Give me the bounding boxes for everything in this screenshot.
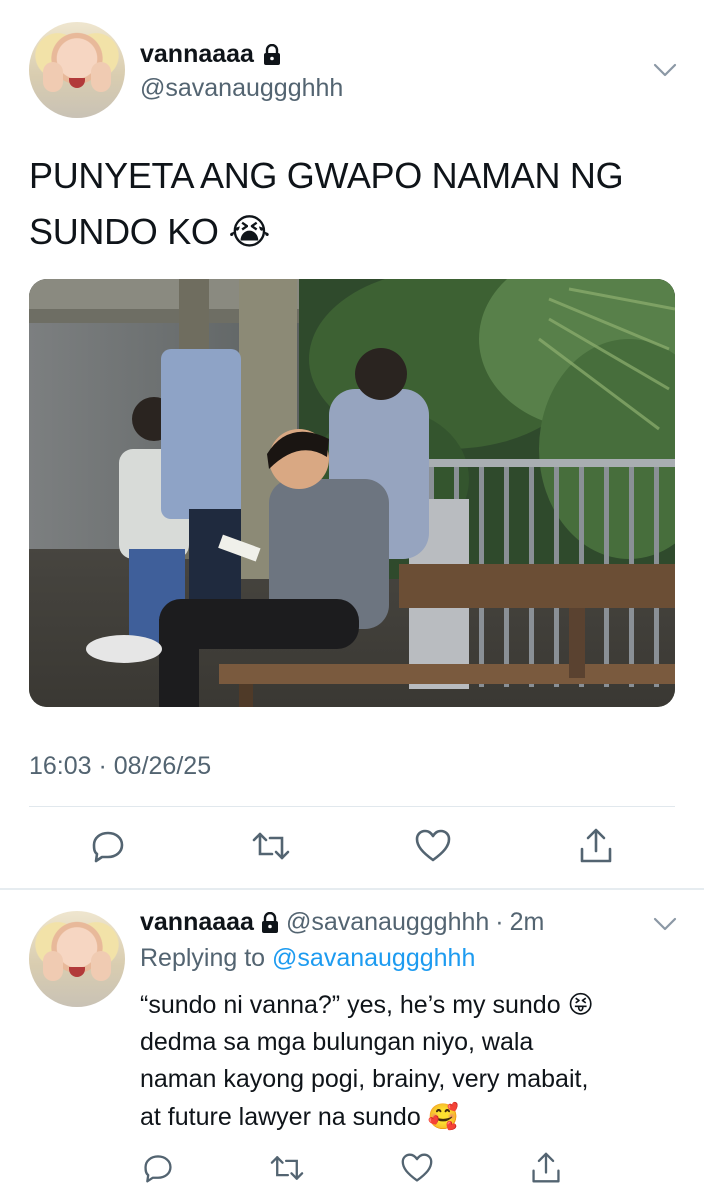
section-divider: [0, 888, 704, 890]
reply-line-3: naman kayong pogi, brainy, very mabait,: [140, 1065, 589, 1093]
crying-emoji: 😭: [228, 212, 271, 253]
tweet-text: PUNYETA ANG GWAPO NAMAN NG SUNDO KO 😭: [29, 148, 669, 261]
reply-text: “sundo ni vanna?” yes, he’s my sundo 😝 d…: [140, 986, 680, 1136]
reply-header: vannaaaa @savanauggghhh · 2m: [140, 908, 544, 937]
replying-to-label: Replying to: [140, 944, 266, 972]
tweet-actions: [88, 826, 616, 866]
tongue-emoji: 😝: [567, 990, 594, 1019]
chevron-down-icon[interactable]: [651, 56, 679, 84]
reply-actions: [138, 1148, 566, 1188]
smiling-hearts-emoji: 🥰: [427, 1102, 459, 1131]
share-button[interactable]: [576, 826, 616, 866]
dot-separator: ·: [495, 908, 504, 936]
divider: [29, 806, 675, 807]
retweet-icon: [252, 832, 289, 860]
author-display-name[interactable]: vannaaaa: [140, 40, 254, 69]
reply-icon: [92, 831, 124, 863]
tweet-photo[interactable]: [29, 279, 675, 707]
replying-to-handle-link[interactable]: @savanauggghhh: [272, 944, 475, 972]
reply-line-1: “sundo ni vanna?” yes, he’s my sundo: [140, 991, 561, 1019]
reply-button[interactable]: [138, 1148, 178, 1188]
like-button[interactable]: [413, 826, 453, 866]
reply-time[interactable]: 2m: [510, 908, 545, 937]
lock-icon: [261, 911, 278, 933]
reply-icon: [144, 1155, 172, 1183]
reply-author-handle[interactable]: @savanauggghhh: [286, 908, 489, 937]
chevron-down-icon[interactable]: [651, 910, 679, 938]
share-icon: [532, 1152, 560, 1183]
main-tweet: vannaaaa @savanauggghhh PUNYETA ANG GWAP…: [0, 0, 704, 890]
reply-author-avatar[interactable]: [29, 911, 125, 1007]
share-icon: [580, 828, 612, 863]
heart-icon: [416, 829, 451, 862]
reply-line-4: at future lawyer na sundo: [140, 1103, 421, 1131]
reply-author-display-name[interactable]: vannaaaa: [140, 908, 254, 937]
retweet-button[interactable]: [251, 826, 291, 866]
tweet-text-body: PUNYETA ANG GWAPO NAMAN NG SUNDO KO: [29, 155, 624, 252]
photo-scene: [29, 279, 675, 707]
reply-button[interactable]: [88, 826, 128, 866]
author-handle[interactable]: @savanauggghhh: [140, 74, 343, 103]
heart-icon: [401, 1153, 433, 1182]
author-avatar[interactable]: [29, 22, 125, 118]
reply-line-2: dedma sa mga bulungan niyo, wala: [140, 1028, 534, 1056]
like-button[interactable]: [397, 1148, 437, 1188]
tweet-timestamp[interactable]: 16:03 · 08/26/25: [29, 752, 211, 781]
share-button[interactable]: [526, 1148, 566, 1188]
replying-to: Replying to @savanauggghhh: [140, 944, 475, 973]
lock-icon: [263, 43, 280, 65]
retweet-icon: [271, 1156, 304, 1180]
author-name-row[interactable]: vannaaaa: [140, 40, 282, 69]
retweet-button[interactable]: [267, 1148, 307, 1188]
